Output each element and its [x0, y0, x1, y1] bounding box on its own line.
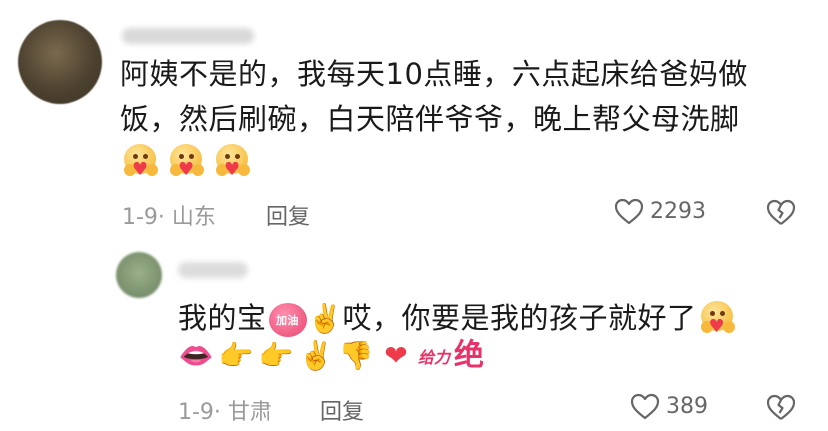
victory-hand-emoji: ✌️	[307, 302, 344, 335]
broken-heart-icon	[766, 394, 796, 421]
hug-emoji: ♥	[120, 144, 160, 182]
red-heart-emoji: ❤	[384, 339, 408, 372]
pointing-hand-emoji: 👉	[218, 339, 254, 372]
comment-text: 阿姨不是的，我每天10点睡，六点起床给爸妈做饭，然后刷碗，白天陪伴爷爷，晚上帮父…	[120, 57, 748, 136]
geili-sticker: 给力	[418, 348, 451, 367]
hug-emoji: ♥	[212, 144, 252, 182]
reply-date-location: 1-9· 甘肃	[178, 400, 272, 425]
commenter-avatar[interactable]	[18, 20, 102, 104]
pointing-hand-emoji: 👉	[258, 339, 294, 372]
hug-emoji: ♥	[166, 144, 206, 182]
reply-emoji-row: 👄 👉 👉 ✌️ 👎 ❤ 给力 绝	[178, 338, 484, 374]
replier-avatar[interactable]	[116, 252, 162, 298]
dislike-button[interactable]	[766, 199, 796, 226]
hug-emoji: ♥	[697, 301, 737, 339]
heart-outline-icon	[614, 198, 644, 225]
reply-reply-button[interactable]: 回复	[320, 394, 364, 426]
commenter-name-blurred[interactable]	[122, 28, 254, 44]
like-button[interactable]: 2293	[614, 198, 706, 225]
reply-like-count: 389	[666, 394, 708, 419]
replier-name-blurred[interactable]	[178, 262, 248, 278]
broken-heart-icon	[766, 199, 796, 226]
reply-text: 我的宝 加油 ✌️哎，你要是我的孩子就好了 ♥	[178, 296, 798, 341]
reply-button[interactable]: 回复	[266, 199, 310, 231]
jue-sticker: 绝	[454, 338, 485, 373]
jiayou-heart-badge: 加油	[268, 303, 307, 337]
reply-like-button[interactable]: 389	[630, 393, 708, 420]
like-count: 2293	[650, 199, 706, 224]
thumbs-down-emoji: 👎	[338, 339, 374, 372]
reply-text-part1: 我的宝	[178, 301, 267, 335]
heart-outline-icon	[630, 393, 660, 420]
reply-text-part2: 哎，你要是我的孩子就好了	[342, 301, 697, 335]
comment-date-location: 1-9· 山东	[122, 205, 216, 230]
kiss-lips-emoji: 👄	[178, 339, 214, 372]
comment-emoji-row: ♥ ♥ ♥	[120, 144, 252, 182]
victory-hand-emoji: ✌️	[298, 339, 334, 372]
reply-dislike-button[interactable]	[766, 394, 796, 421]
